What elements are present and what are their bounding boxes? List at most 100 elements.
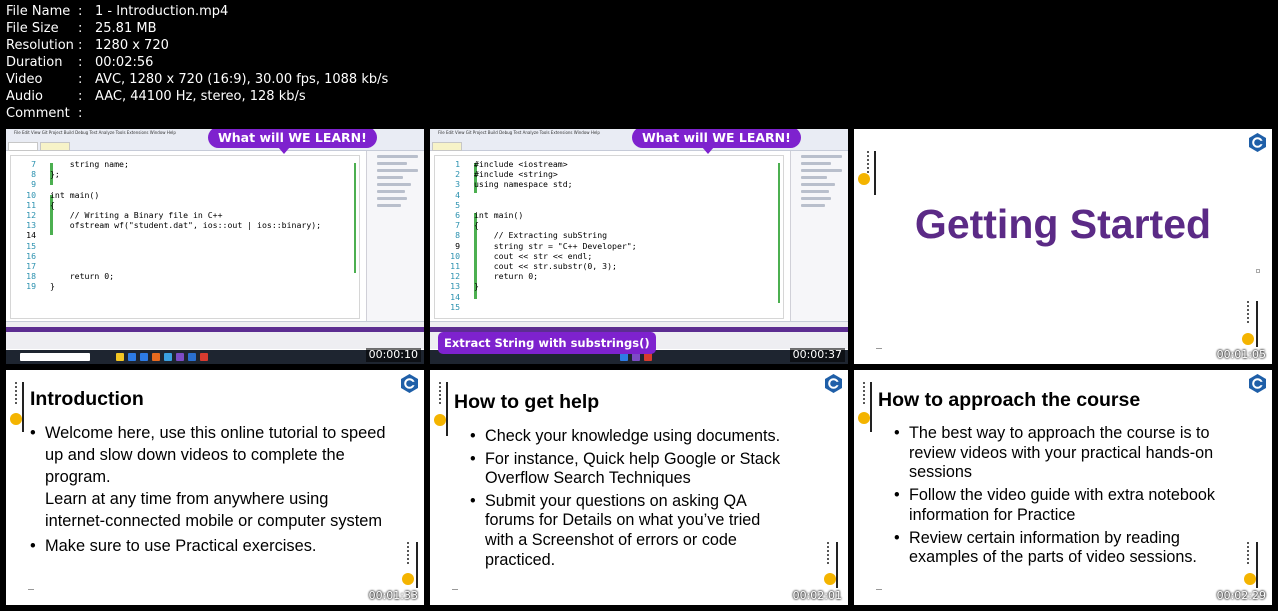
code-line: 15 [436,302,637,312]
decor-line [1256,301,1258,347]
scroll-marker [778,163,780,303]
bullet-item: Make sure to use Practical exercises. [30,535,385,557]
timestamp: 00:01:33 [368,589,418,602]
topic-label: Extract String with substrings() [438,332,656,354]
bullet-item: program. [45,468,111,486]
slide-heading: Getting Started [914,201,1212,247]
thumbnail-3[interactable]: Getting Started 00:01:05 [854,129,1272,364]
decor-dots [862,382,866,406]
decor-mark [876,348,882,351]
visual-studio-icon [176,353,184,361]
code-line: 19} [12,281,321,291]
thumbnail-2[interactable]: File Edit View Git Project Build Debug T… [430,129,848,364]
code-text: return 0; [474,271,539,282]
slide-title: How to approach the course [878,389,1141,411]
bullet-item: sessions [909,463,972,482]
callout-bubble: What will WE LEARN! [208,129,377,154]
file-info-row: File Size:25.81 MB [6,20,388,37]
decor-circle [402,573,414,585]
line-number: 14 [450,291,460,302]
line-number: 5 [455,199,460,210]
code-line: 8}; [12,169,321,179]
ide-tab-active [432,142,462,151]
file-info-key: File Size [6,21,59,36]
code-line: 3 using namespace std; [436,179,637,189]
file-info-separator: : [78,55,83,70]
decor-circle [824,573,836,585]
bullet-item: Check your knowledge using documents. [470,427,780,447]
decor-line [446,382,448,436]
bullet-item: Follow the video guide with extra notebo… [894,486,1215,506]
file-info-value: 1280 x 720 [95,38,169,53]
line-number: 13 [450,281,460,292]
file-info-separator: : [78,89,83,104]
code-line: 14 [12,230,321,240]
code-line: 2 #include <string> [436,169,637,179]
thumbnail-5[interactable]: How to get help Check your knowledge usi… [430,370,848,605]
line-number: 14 [26,230,36,241]
app-icon [200,353,208,361]
code-line: 13} [436,281,637,291]
line-number: 11 [450,261,460,272]
code-text: { [474,220,479,231]
bullet-item: up and slow down videos to complete the [45,446,345,464]
code-line: 13 ofstream wf("student.dat", ios::out |… [12,220,321,230]
file-info-key: Resolution [6,38,74,53]
thumbnail-6[interactable]: How to approach the course The best way … [854,370,1272,605]
code-text: } [50,281,55,292]
ide-tab [8,142,38,151]
code-line: 10 cout << str << endl; [436,251,637,261]
line-number: 10 [26,189,36,200]
file-info-value: AVC, 1280 x 720 (16:9), 30.00 fps, 1088 … [95,72,389,87]
timestamp: 00:02:29 [1216,589,1266,602]
thumbnail-4[interactable]: Introduction Welcome here, use this onli… [6,370,424,605]
decor-dots [1246,301,1250,325]
decor-line [22,382,24,432]
code-text: return 0; [50,271,115,282]
bullet-item: Overflow Search Techniques [485,469,691,488]
file-info-key: Audio [6,89,43,104]
decor-dots [406,542,410,566]
code-line: 14 [436,292,637,302]
cpp-logo-icon [825,374,842,393]
bullet-item: Review certain information by reading [894,529,1215,549]
line-number: 2 [455,169,460,180]
decor-line [870,382,872,432]
code-line: 5 [436,200,637,210]
decor-mark [28,589,34,592]
decor-line [1256,542,1258,588]
decor-circle [858,412,870,424]
code-text: #include <string> [474,169,558,180]
bullet-item: practiced. [485,550,556,569]
code-line: 9 [12,179,321,189]
code-block: 1 #include <iostream> 2 #include <string> 3 u… [436,159,637,312]
decor-mark [1256,269,1260,273]
decor-circle [10,413,22,425]
decor-line [874,151,876,195]
line-number: 11 [26,199,36,210]
bullet-list: Check your knowledge using documents. For… [470,427,780,570]
file-info-row: Resolution:1280 x 720 [6,37,388,54]
cpp-logo-icon [401,374,418,393]
line-number: 12 [450,271,460,282]
scroll-marker [354,163,356,273]
line-number: 13 [26,220,36,231]
code-text: string str = "C++ Developer"; [474,240,637,251]
decor-line [416,542,418,588]
bullet-item: Submit your questions on asking QA [470,492,780,512]
file-info-row: Audio: AAC, 44100 Hz, stereo, 128 kb/s [6,88,388,105]
decor-mark [876,589,882,592]
line-number: 9 [31,179,36,190]
line-number: 15 [450,301,460,312]
decor-circle [434,414,446,426]
line-number: 18 [26,271,36,282]
line-number: 9 [455,240,460,251]
thumbnail-1[interactable]: File Edit View Git Project Build Debug T… [6,129,424,364]
